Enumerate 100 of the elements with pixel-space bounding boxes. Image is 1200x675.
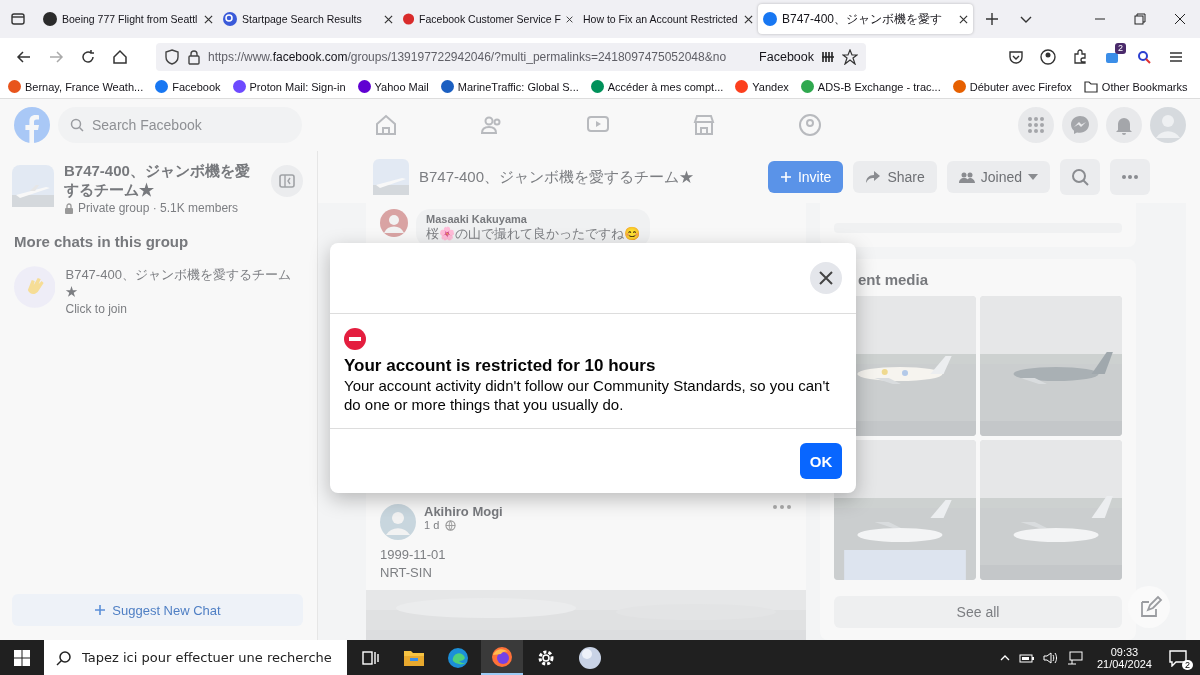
browser-tab[interactable]: Facebook Customer Service F (398, 4, 578, 34)
browser-logo-icon (491, 645, 513, 668)
volume-icon[interactable] (1042, 650, 1059, 665)
tab-favicon-icon (223, 12, 237, 26)
bookmark-favicon-icon (232, 80, 246, 93)
dialog-message: Your account activity didn't follow our Community Standards, so you can't do one or more things that you usually do. (344, 376, 831, 414)
group-meta: Private group · 5.1K members (78, 201, 239, 215)
tab-list-icon[interactable] (10, 11, 26, 27)
browser-logo-icon (447, 646, 469, 669)
share-button[interactable]: Share (853, 161, 937, 193)
new-tab-icon[interactable] (985, 12, 999, 26)
lock-icon (187, 48, 201, 65)
shield-icon (164, 48, 180, 65)
other-bookmarks[interactable]: Other Bookmarks (1083, 80, 1188, 93)
scrollbar[interactable] (1186, 203, 1200, 640)
battery-icon[interactable] (1018, 651, 1035, 664)
tab-favicon-icon (763, 12, 777, 26)
reload-icon[interactable] (80, 48, 96, 65)
comment-author[interactable]: Masaaki Kakuyama (426, 213, 640, 225)
taskbar-button[interactable] (481, 640, 523, 675)
avatar (380, 504, 416, 540)
browser-tab[interactable]: B747-400、ジャンボ機を愛す (758, 4, 973, 34)
plus-icon (779, 171, 792, 183)
post-text: 1999-11-01 (380, 546, 446, 564)
see-all-button[interactable]: See all (834, 596, 1122, 628)
tab-favicon-icon (43, 12, 57, 26)
share-arrow-icon (865, 170, 882, 184)
search-icon[interactable] (1136, 48, 1152, 65)
bookmark-item[interactable]: MarineTraffic: Global S... (440, 80, 579, 93)
post-time[interactable]: 1 d (424, 519, 440, 531)
card-title: ent media (857, 271, 930, 288)
close-tab-icon[interactable] (744, 14, 753, 24)
restore-icon[interactable] (1134, 13, 1146, 25)
bookmark-item[interactable]: Yahoo Mail (357, 80, 429, 93)
close-button[interactable] (810, 262, 842, 294)
account-icon[interactable] (1040, 48, 1056, 65)
chat-item[interactable]: B747-400、ジャンボ機を愛するチーム★ Click to join (12, 260, 303, 322)
close-window-icon[interactable] (1174, 13, 1186, 25)
reader-view-icon[interactable] (821, 49, 835, 64)
browser-tab[interactable]: How to Fix an Account Restricted (578, 4, 758, 34)
group-name[interactable]: B747-400、ジャンボ機を愛するチーム★ (64, 161, 261, 199)
plus-icon (94, 604, 107, 616)
url-text: https://www.facebook.com/groups/139197722942046/?multi_permalinks=2418097475052048&no (208, 49, 728, 64)
globe-icon (445, 519, 457, 531)
bookmark-favicon-icon (440, 80, 454, 93)
dialog-title: Your account is restricted for 10 hours (344, 356, 656, 376)
lock-icon (64, 202, 74, 214)
back-icon[interactable] (16, 48, 32, 65)
bookmark-favicon-icon (357, 80, 371, 93)
site-label: Facebook (759, 49, 814, 64)
close-tab-icon[interactable] (204, 14, 213, 24)
bookmark-item[interactable]: Proton Mail: Sign-in (232, 80, 346, 93)
home-icon[interactable] (112, 48, 128, 65)
bookmark-item[interactable]: Facebook (155, 80, 221, 93)
address-bar[interactable]: https://www.facebook.com/groups/139197722942046/?multi_permalinks=2418097475052048&no Facebook (156, 42, 866, 71)
bookmark-favicon-icon (800, 80, 814, 93)
notifications-icon[interactable] (1168, 648, 1188, 667)
waving-hand-icon (14, 266, 56, 308)
avatar (380, 209, 408, 237)
suggest-new-chat-button[interactable]: Suggest New Chat (12, 594, 303, 626)
comment-text: 桜🌸の山で撮れて良かったですね😊 (426, 225, 640, 243)
caret-icon (1028, 174, 1038, 180)
tab-favicon-icon (403, 12, 415, 26)
search-icon (56, 650, 72, 666)
bookmark-item[interactable]: Accéder à mes compt... (590, 80, 724, 93)
windows-start-icon[interactable] (14, 649, 30, 666)
close-tab-icon[interactable] (565, 14, 573, 24)
extensions-icon[interactable] (1072, 48, 1088, 65)
bookmark-favicon-icon (952, 80, 966, 93)
extension-badge: 2 (1115, 42, 1126, 54)
bookmark-favicon-icon (155, 80, 169, 93)
bookmark-item[interactable]: Yandex (735, 80, 789, 93)
search-icon (70, 118, 84, 132)
browser-tab[interactable]: Startpage Search Results (218, 4, 398, 34)
sphere-icon (578, 645, 602, 670)
close-tab-icon[interactable] (384, 14, 393, 24)
no-entry-icon (344, 328, 366, 350)
section-title: More chats in this group (14, 233, 190, 250)
taskbar-search-field[interactable]: Tapez ici pour effectuer une recherche (44, 640, 347, 675)
close-tab-icon[interactable] (959, 14, 968, 24)
bookmark-item[interactable]: Débuter avec Firefox (952, 80, 1072, 93)
bookmark-item[interactable]: ADS-B Exchange - trac... (800, 80, 941, 93)
notification-count: 2 (1182, 659, 1193, 670)
browser-tab[interactable]: Boeing 777 Flight from Seattl (38, 4, 218, 34)
star-icon[interactable] (842, 48, 858, 65)
group-title: B747-400、ジャンボ機を愛するチーム★ (419, 167, 695, 187)
more-options-icon[interactable] (1110, 159, 1150, 195)
bookmark-item[interactable]: Bernay, France Weath... (8, 80, 144, 93)
search-field[interactable]: Search Facebook (58, 107, 302, 143)
ok-button[interactable]: OK (800, 443, 842, 479)
close-icon (818, 270, 834, 286)
folder-icon (1083, 80, 1098, 93)
post-author[interactable]: Akihiro Mogi (424, 504, 503, 519)
joined-button[interactable]: Joined (946, 161, 1050, 193)
bookmark-favicon-icon (590, 80, 604, 93)
pocket-icon[interactable] (1008, 48, 1024, 65)
clock[interactable]: 09:33 21/04/2024 (1096, 645, 1152, 670)
post-text: NRT-SIN (380, 564, 432, 582)
bookmark-favicon-icon (735, 80, 749, 93)
network-icon[interactable] (1066, 650, 1083, 665)
